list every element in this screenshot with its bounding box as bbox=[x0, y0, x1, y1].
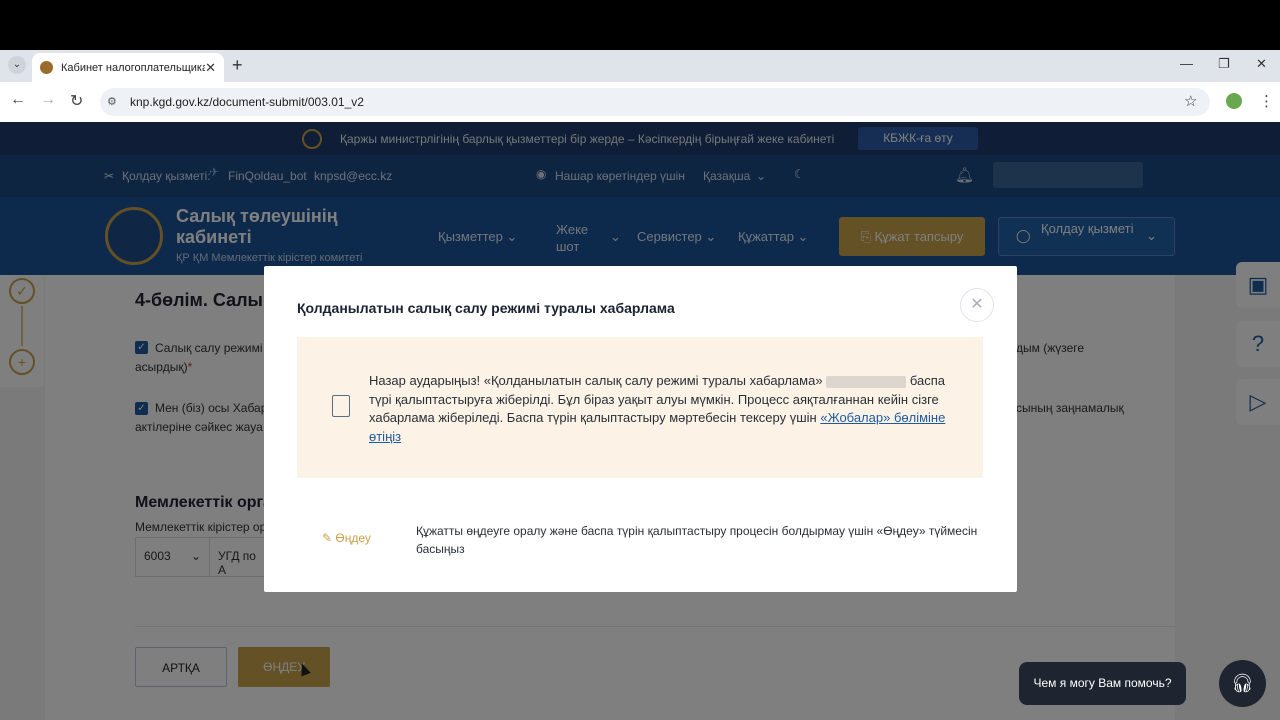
edit-hint-text: Құжатты өңдеуге оралу және баспа түрін қ… bbox=[416, 524, 978, 556]
redacted-field bbox=[826, 375, 907, 388]
browser-tab[interactable]: Кабинет налогоплательщика ✕ bbox=[32, 53, 224, 82]
restore-icon[interactable]: ❐ bbox=[1218, 56, 1230, 72]
back-arrow-icon[interactable]: ← bbox=[10, 91, 26, 109]
window-close-icon[interactable]: ✕ bbox=[1256, 56, 1267, 72]
extension-icon[interactable] bbox=[1226, 93, 1242, 109]
document-icon bbox=[332, 395, 350, 417]
browser-menu-icon[interactable]: ⋮ bbox=[1259, 92, 1274, 110]
notice-text: Назар аударыңыз! «Қолданылатын салық сал… bbox=[369, 373, 946, 444]
address-bar[interactable]: knp.kgd.gov.kz/document-submit/003.01_v2 bbox=[100, 88, 1210, 116]
url-text: knp.kgd.gov.kz/document-submit/003.01_v2 bbox=[130, 95, 364, 109]
pencil-icon: ✎ bbox=[322, 531, 336, 545]
modal-edit-link[interactable]: ✎ Өңдеу bbox=[322, 531, 371, 545]
chat-prompt[interactable]: Чем я могу Вам помочь? bbox=[1019, 662, 1186, 705]
minimize-icon[interactable]: — bbox=[1180, 56, 1193, 71]
bookmark-star-icon[interactable]: ☆ bbox=[1184, 92, 1197, 110]
headset-icon[interactable]: 🎧︎ bbox=[1219, 660, 1266, 707]
forward-arrow-icon[interactable]: → bbox=[40, 91, 56, 109]
modal-close-icon[interactable]: ✕ bbox=[960, 288, 994, 322]
new-tab-button[interactable]: + bbox=[232, 55, 243, 76]
reload-icon[interactable]: ↻ bbox=[70, 91, 83, 111]
tab-close-icon[interactable]: ✕ bbox=[205, 60, 216, 76]
tab-title: Кабинет налогоплательщика bbox=[61, 61, 206, 74]
site-settings-icon[interactable]: ⚙ bbox=[107, 95, 117, 108]
modal-title: Қолданылатын салық салу режимі туралы ха… bbox=[297, 300, 675, 316]
site-favicon-icon bbox=[40, 61, 53, 74]
tab-search-icon[interactable]: ⌄ bbox=[8, 56, 26, 74]
